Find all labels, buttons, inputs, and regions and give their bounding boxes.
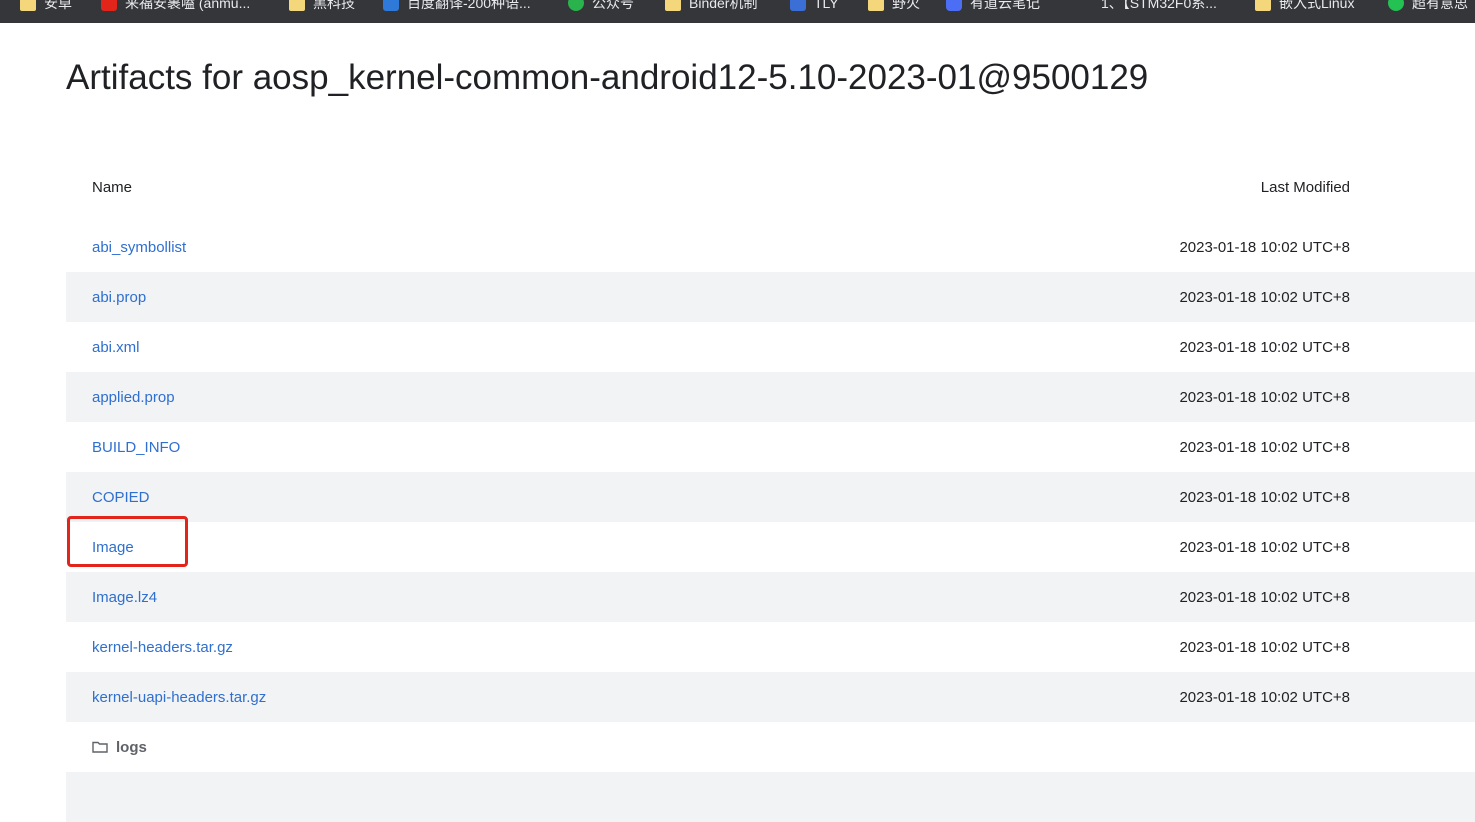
file-link[interactable]: kernel-uapi-headers.tar.gz	[92, 689, 266, 706]
bookmark-item[interactable]: 1、【STM32F0系...	[1101, 0, 1217, 14]
table-row: COPIED 2023-01-18 10:02 UTC+8	[66, 472, 1475, 522]
wechat-icon	[1388, 0, 1404, 11]
folder-icon	[20, 0, 36, 11]
bookmark-label: TLY	[814, 0, 839, 11]
last-modified-cell: 2023-01-18 10:02 UTC+8	[1179, 638, 1350, 656]
table-row	[66, 772, 1475, 822]
bookmark-label: 超有意思	[1412, 0, 1468, 11]
bookmark-item[interactable]: 百度翻译-200种语...	[383, 0, 531, 14]
bookmark-label: 1、【STM32F0系...	[1101, 0, 1217, 11]
file-link[interactable]: abi_symbollist	[92, 239, 186, 256]
table-row: abi.prop 2023-01-18 10:02 UTC+8	[66, 272, 1475, 322]
red-app-icon	[101, 0, 117, 11]
table-row: abi.xml 2023-01-18 10:02 UTC+8	[66, 322, 1475, 372]
bookmark-label: 嵌入式Linux	[1279, 0, 1355, 11]
last-modified-cell: 2023-01-18 10:02 UTC+8	[1179, 338, 1350, 356]
bookmark-label: 公众号	[592, 0, 634, 11]
bookmark-label: 安卓	[44, 0, 72, 11]
bookmark-label: 黑科技	[313, 0, 355, 11]
table-row: Image 2023-01-18 10:02 UTC+8	[66, 522, 1475, 572]
file-link[interactable]: COPIED	[92, 489, 150, 506]
last-modified-cell: 2023-01-18 10:02 UTC+8	[1179, 388, 1350, 406]
table-header: Name Last Modified	[66, 162, 1475, 212]
folder-row[interactable]: logs	[66, 722, 1475, 772]
file-link[interactable]: abi.xml	[92, 339, 140, 356]
file-link[interactable]: abi.prop	[92, 289, 146, 306]
bookmark-label: 野火	[892, 0, 920, 11]
bookmark-item[interactable]: Binder机制	[665, 0, 757, 14]
folder-name: logs	[116, 738, 147, 756]
bookmark-label: Binder机制	[689, 0, 758, 11]
tly-icon	[790, 0, 806, 11]
file-link[interactable]: kernel-headers.tar.gz	[92, 639, 233, 656]
bookmark-label: 百度翻译-200种语...	[407, 0, 531, 11]
table-row: Image.lz4 2023-01-18 10:02 UTC+8	[66, 572, 1475, 622]
last-modified-cell: 2023-01-18 10:02 UTC+8	[1179, 688, 1350, 706]
bookmark-item[interactable]: 来福安裹嗑 (anmu...	[101, 0, 250, 14]
file-link[interactable]: BUILD_INFO	[92, 439, 180, 456]
bookmarks-bar: 安卓 来福安裹嗑 (anmu... 黑科技 百度翻译-200种语... 公众号 …	[0, 0, 1475, 23]
translate-icon	[383, 0, 399, 11]
table-row: abi_symbollist 2023-01-18 10:02 UTC+8	[66, 222, 1475, 272]
last-modified-cell: 2023-01-18 10:02 UTC+8	[1179, 538, 1350, 556]
last-modified-cell: 2023-01-18 10:02 UTC+8	[1179, 588, 1350, 606]
bookmark-label: 来福安裹嗑 (anmu...	[125, 0, 251, 11]
bookmark-item[interactable]: 安卓	[20, 0, 72, 14]
last-modified-cell: 2023-01-18 10:02 UTC+8	[1179, 488, 1350, 506]
file-link[interactable]: applied.prop	[92, 389, 175, 406]
folder-icon	[665, 0, 681, 11]
folder-icon	[289, 0, 305, 11]
youdao-note-icon	[946, 0, 962, 11]
bookmark-item[interactable]: 野火	[868, 0, 920, 14]
folder-icon	[92, 741, 108, 753]
last-modified-cell: 2023-01-18 10:02 UTC+8	[1179, 288, 1350, 306]
folder-icon	[868, 0, 884, 11]
bookmark-item[interactable]: 超有意思	[1388, 0, 1468, 14]
bookmark-label: 有道云笔记	[970, 0, 1040, 11]
last-modified-cell: 2023-01-18 10:02 UTC+8	[1179, 238, 1350, 256]
file-link[interactable]: Image	[92, 539, 134, 556]
green-circle-icon	[568, 0, 584, 11]
table-row: BUILD_INFO 2023-01-18 10:02 UTC+8	[66, 422, 1475, 472]
file-link[interactable]: Image.lz4	[92, 589, 157, 606]
last-modified-cell: 2023-01-18 10:02 UTC+8	[1179, 438, 1350, 456]
bookmark-item[interactable]: 嵌入式Linux	[1255, 0, 1354, 14]
table-row: applied.prop 2023-01-18 10:02 UTC+8	[66, 372, 1475, 422]
table-row: kernel-headers.tar.gz 2023-01-18 10:02 U…	[66, 622, 1475, 672]
column-header-last-modified[interactable]: Last Modified	[1261, 179, 1350, 196]
bookmark-item[interactable]: 有道云笔记	[946, 0, 1040, 14]
bookmark-item[interactable]: 黑科技	[289, 0, 355, 14]
bookmark-item[interactable]: TLY	[790, 0, 839, 14]
column-header-name[interactable]: Name	[92, 179, 132, 196]
artifacts-table: Name Last Modified abi_symbollist 2023-0…	[66, 162, 1475, 822]
bookmark-item[interactable]: 公众号	[568, 0, 634, 14]
table-row: kernel-uapi-headers.tar.gz 2023-01-18 10…	[66, 672, 1475, 722]
folder-icon	[1255, 0, 1271, 11]
folder-entry[interactable]: logs	[92, 739, 147, 756]
page-title: Artifacts for aosp_kernel-common-android…	[66, 58, 1149, 97]
